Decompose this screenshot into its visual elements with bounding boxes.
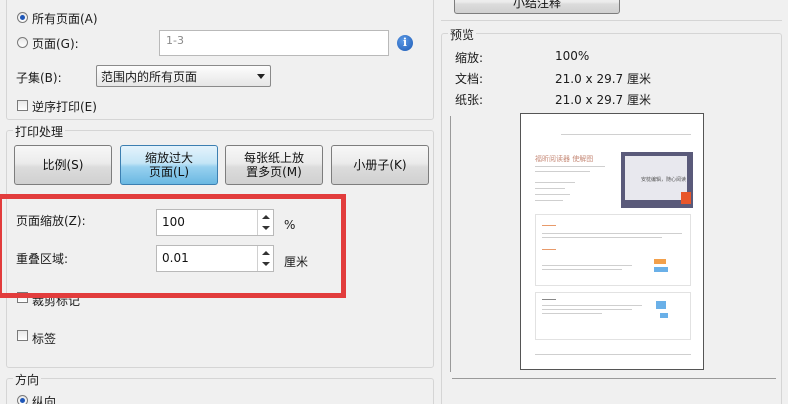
thumb-heading: 福昕阅读器 使解图 (535, 155, 594, 163)
thumb-line (542, 265, 632, 266)
summarize-comments-button[interactable]: 小结注释 (454, 0, 620, 14)
booklet-label: 小册子(K) (353, 158, 407, 172)
orientation-group (6, 378, 434, 404)
thumb-widget (654, 259, 666, 264)
thumb-banner-text: 安枕编辑，随心阅读 (641, 177, 687, 183)
scale-info-value: 100% (555, 49, 590, 63)
pages-radio[interactable] (17, 37, 28, 48)
thumb-line (542, 225, 556, 226)
paper-info-label: 纸张: (455, 93, 484, 107)
reverse-print-checkbox[interactable] (17, 100, 28, 111)
pages-label: 页面(G): (32, 37, 79, 51)
scale-button[interactable]: 比例(S) (14, 145, 112, 185)
highlight-box (0, 194, 346, 298)
thumb-sub-line (535, 166, 605, 167)
scale-button-label: 比例(S) (42, 158, 84, 172)
subset-select[interactable]: 范围内的所有页面 (96, 65, 271, 87)
thumb-line (542, 249, 556, 250)
thumb-line (542, 237, 662, 238)
print-handling-title: 打印处理 (13, 123, 66, 140)
thumb-line (542, 313, 602, 314)
labels-label: 标签 (32, 332, 57, 346)
orientation-title: 方向 (13, 371, 42, 388)
thumb-section-1 (535, 214, 691, 286)
thumb-line (542, 269, 622, 270)
multiple-pages-label: 每张纸上放 置多页(M) (243, 151, 304, 179)
thumb-line (535, 182, 575, 183)
multiple-pages-button[interactable]: 每张纸上放 置多页(M) (225, 145, 323, 185)
thumb-nav-line (561, 134, 691, 135)
doc-info-label: 文档: (455, 72, 484, 86)
doc-info-value: 21.0 x 29.7 厘米 (555, 72, 651, 86)
subset-label: 子集(B): (16, 71, 62, 85)
portrait-radio[interactable] (17, 395, 28, 404)
thumb-line (542, 309, 632, 310)
thumb-line (535, 188, 565, 189)
pages-input[interactable]: 1-3 (159, 30, 389, 56)
thumb-sub-line (535, 171, 590, 172)
booklet-button[interactable]: 小册子(K) (331, 145, 429, 185)
scale-info-label: 缩放: (455, 51, 484, 65)
thumb-line (542, 299, 556, 300)
thumb-line (535, 200, 563, 201)
summarize-comments-label: 小结注释 (512, 0, 561, 10)
thumb-banner: 安枕编辑，随心阅读 (621, 152, 693, 208)
all-pages-label: 所有页面(A) (32, 12, 98, 26)
shrink-oversized-button[interactable]: 缩放过大 页面(L) (120, 145, 218, 185)
preview-thumbnail: 福昕阅读器 使解图 安枕编辑，随心阅读 (520, 113, 704, 370)
thumb-footer-line (535, 354, 691, 355)
thumb-line (542, 233, 682, 234)
top-divider (441, 20, 782, 21)
thumb-widget (654, 267, 668, 272)
thumb-section-2 (535, 292, 691, 340)
shrink-oversized-label: 缩放过大 页面(L) (144, 151, 193, 179)
thumb-widget (656, 301, 666, 309)
preview-title: 预览 (448, 26, 477, 43)
thumb-widget (660, 313, 668, 318)
all-pages-radio[interactable] (17, 12, 28, 23)
labels-checkbox[interactable] (17, 330, 28, 341)
preview-bottom-rule (452, 378, 776, 379)
preview-left-rule (450, 116, 451, 372)
thumb-line (542, 305, 642, 306)
chevron-down-icon (257, 74, 265, 79)
subset-select-value: 范围内的所有页面 (101, 70, 198, 84)
paper-info-value: 21.0 x 29.7 厘米 (555, 93, 651, 107)
thumb-line (535, 194, 570, 195)
reverse-print-label: 逆序打印(E) (32, 100, 97, 114)
info-icon[interactable]: i (397, 35, 413, 51)
thumb-logo-icon (681, 192, 691, 204)
portrait-label: 纵向 (32, 395, 57, 404)
